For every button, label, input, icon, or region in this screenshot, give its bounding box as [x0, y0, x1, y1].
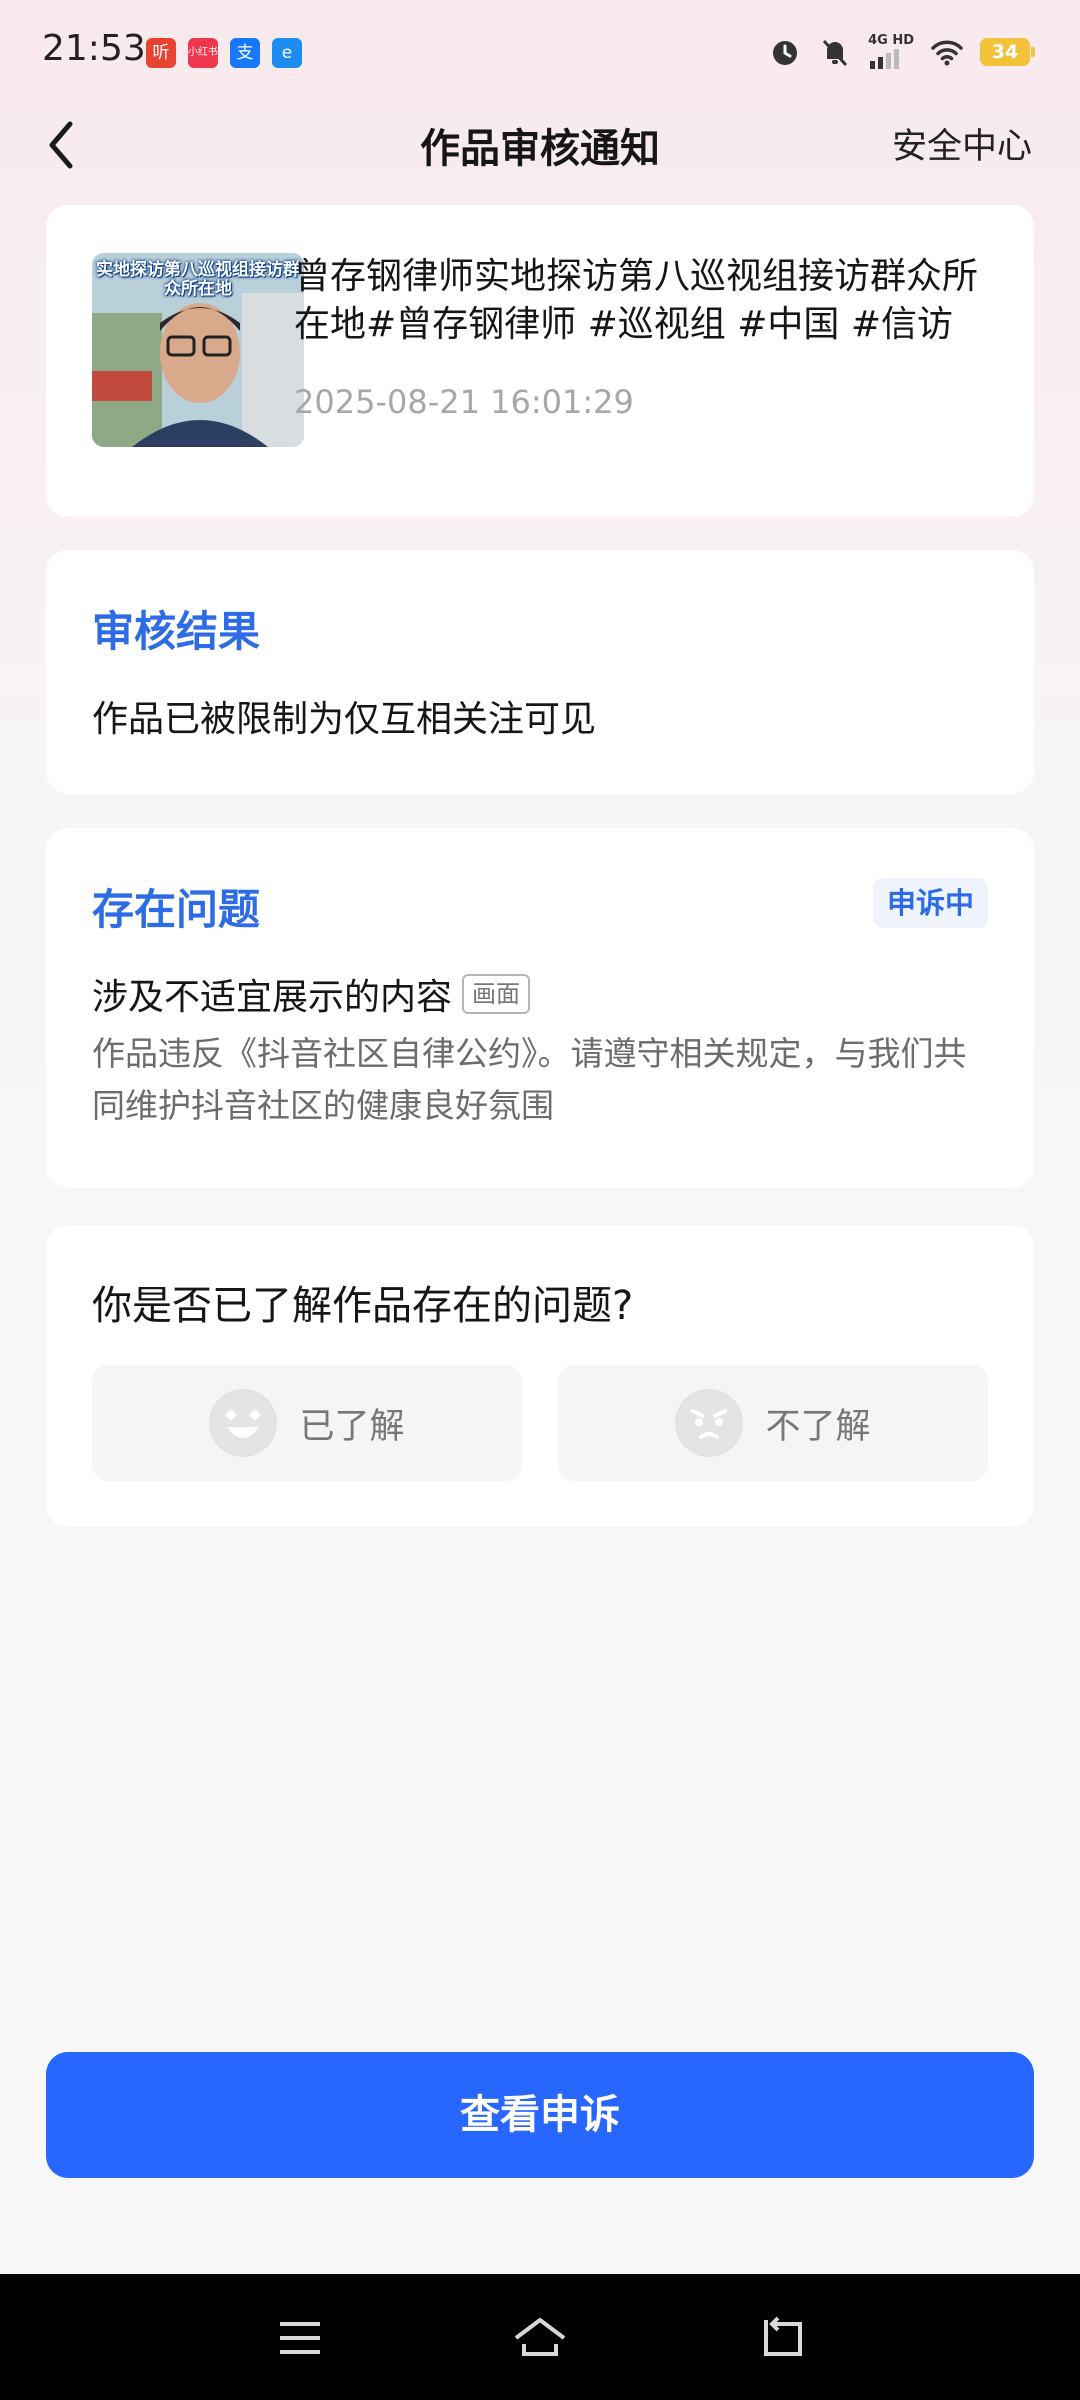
ting-app-icon: 听 — [146, 38, 176, 68]
view-appeal-button[interactable]: 查看申诉 — [46, 2052, 1034, 2178]
result-heading: 审核结果 — [92, 607, 261, 656]
alipay-app-icon: 支 — [230, 38, 260, 68]
review-result-card: 审核结果 作品已被限制为仅互相关注可见 — [46, 550, 1034, 794]
network-type-label: 4G HD — [868, 33, 914, 48]
issue-row: 涉及不适宜展示的内容 画面 — [92, 968, 531, 1020]
result-text: 作品已被限制为仅互相关注可见 — [92, 699, 597, 740]
feedback-card: 你是否已了解作品存在的问题? 已了解 不了解 — [46, 1225, 1034, 1527]
nav-header: 作品审核通知 安全中心 — [0, 100, 1080, 190]
status-indicators: 4G HD 34 — [768, 34, 1035, 69]
video-card[interactable]: 实地探访第八巡视组接访群众所在地 曾存钢律师实地探访第八巡视组接访群众所在地#曾… — [46, 205, 1034, 517]
video-timestamp: 2025-08-21 16:01:29 — [294, 383, 634, 421]
menu-icon[interactable] — [270, 2310, 330, 2366]
frown-emoji-icon — [675, 1389, 744, 1457]
alarm-icon — [773, 40, 798, 65]
status-time: 21:53 — [42, 28, 146, 69]
home-icon[interactable] — [510, 2310, 570, 2366]
battery-indicator: 34 — [980, 37, 1035, 66]
signal-bars-icon — [870, 49, 900, 69]
understood-label: 已了解 — [299, 1406, 405, 1447]
video-thumbnail[interactable]: 实地探访第八巡视组接访群众所在地 — [92, 253, 304, 447]
problem-heading: 存在问题 — [92, 885, 261, 934]
feedback-question: 你是否已了解作品存在的问题? — [92, 1283, 634, 1329]
status-app-icons: 听 小红书 支 e — [146, 38, 302, 68]
browser-app-icon: e — [272, 38, 302, 68]
thumbnail-caption: 实地探访第八巡视组接访群众所在地 — [96, 260, 300, 299]
security-center-link[interactable]: 安全中心 — [892, 118, 1032, 169]
system-nav-bar — [0, 2274, 1080, 2400]
issue-title: 涉及不适宜展示的内容 — [92, 977, 453, 1018]
not-understood-label: 不了解 — [765, 1406, 871, 1447]
cellular-signal: 4G HD — [868, 34, 914, 69]
xiaohongshu-app-icon: 小红书 — [188, 38, 218, 68]
understood-button[interactable]: 已了解 — [92, 1365, 522, 1481]
issue-tag: 画面 — [462, 974, 531, 1014]
wifi-icon — [931, 40, 963, 65]
back-nav-icon[interactable] — [752, 2310, 812, 2366]
page: 21:53 听 小红书 支 e 4G HD 34 作品审核通知 安全中心 实地探… — [0, 0, 1080, 2400]
not-understood-button[interactable]: 不了解 — [558, 1365, 988, 1481]
mute-bell-icon — [822, 39, 848, 66]
issue-description: 作品违反《抖音社区自律公约》。请遵守相关规定，与我们共同维护抖音社区的健康良好氛… — [92, 1034, 967, 1125]
status-bar: 21:53 听 小红书 支 e 4G HD 34 — [0, 0, 1080, 100]
problem-card: 存在问题 申诉中 涉及不适宜展示的内容 画面 作品违反《抖音社区自律公约》。请遵… — [46, 828, 1034, 1188]
heart-eyes-emoji-icon — [209, 1389, 278, 1457]
appeal-status-badge: 申诉中 — [872, 878, 988, 928]
video-title: 曾存钢律师实地探访第八巡视组接访群众所在地#曾存钢律师 #巡视组 #中国 #信访 — [294, 256, 979, 345]
